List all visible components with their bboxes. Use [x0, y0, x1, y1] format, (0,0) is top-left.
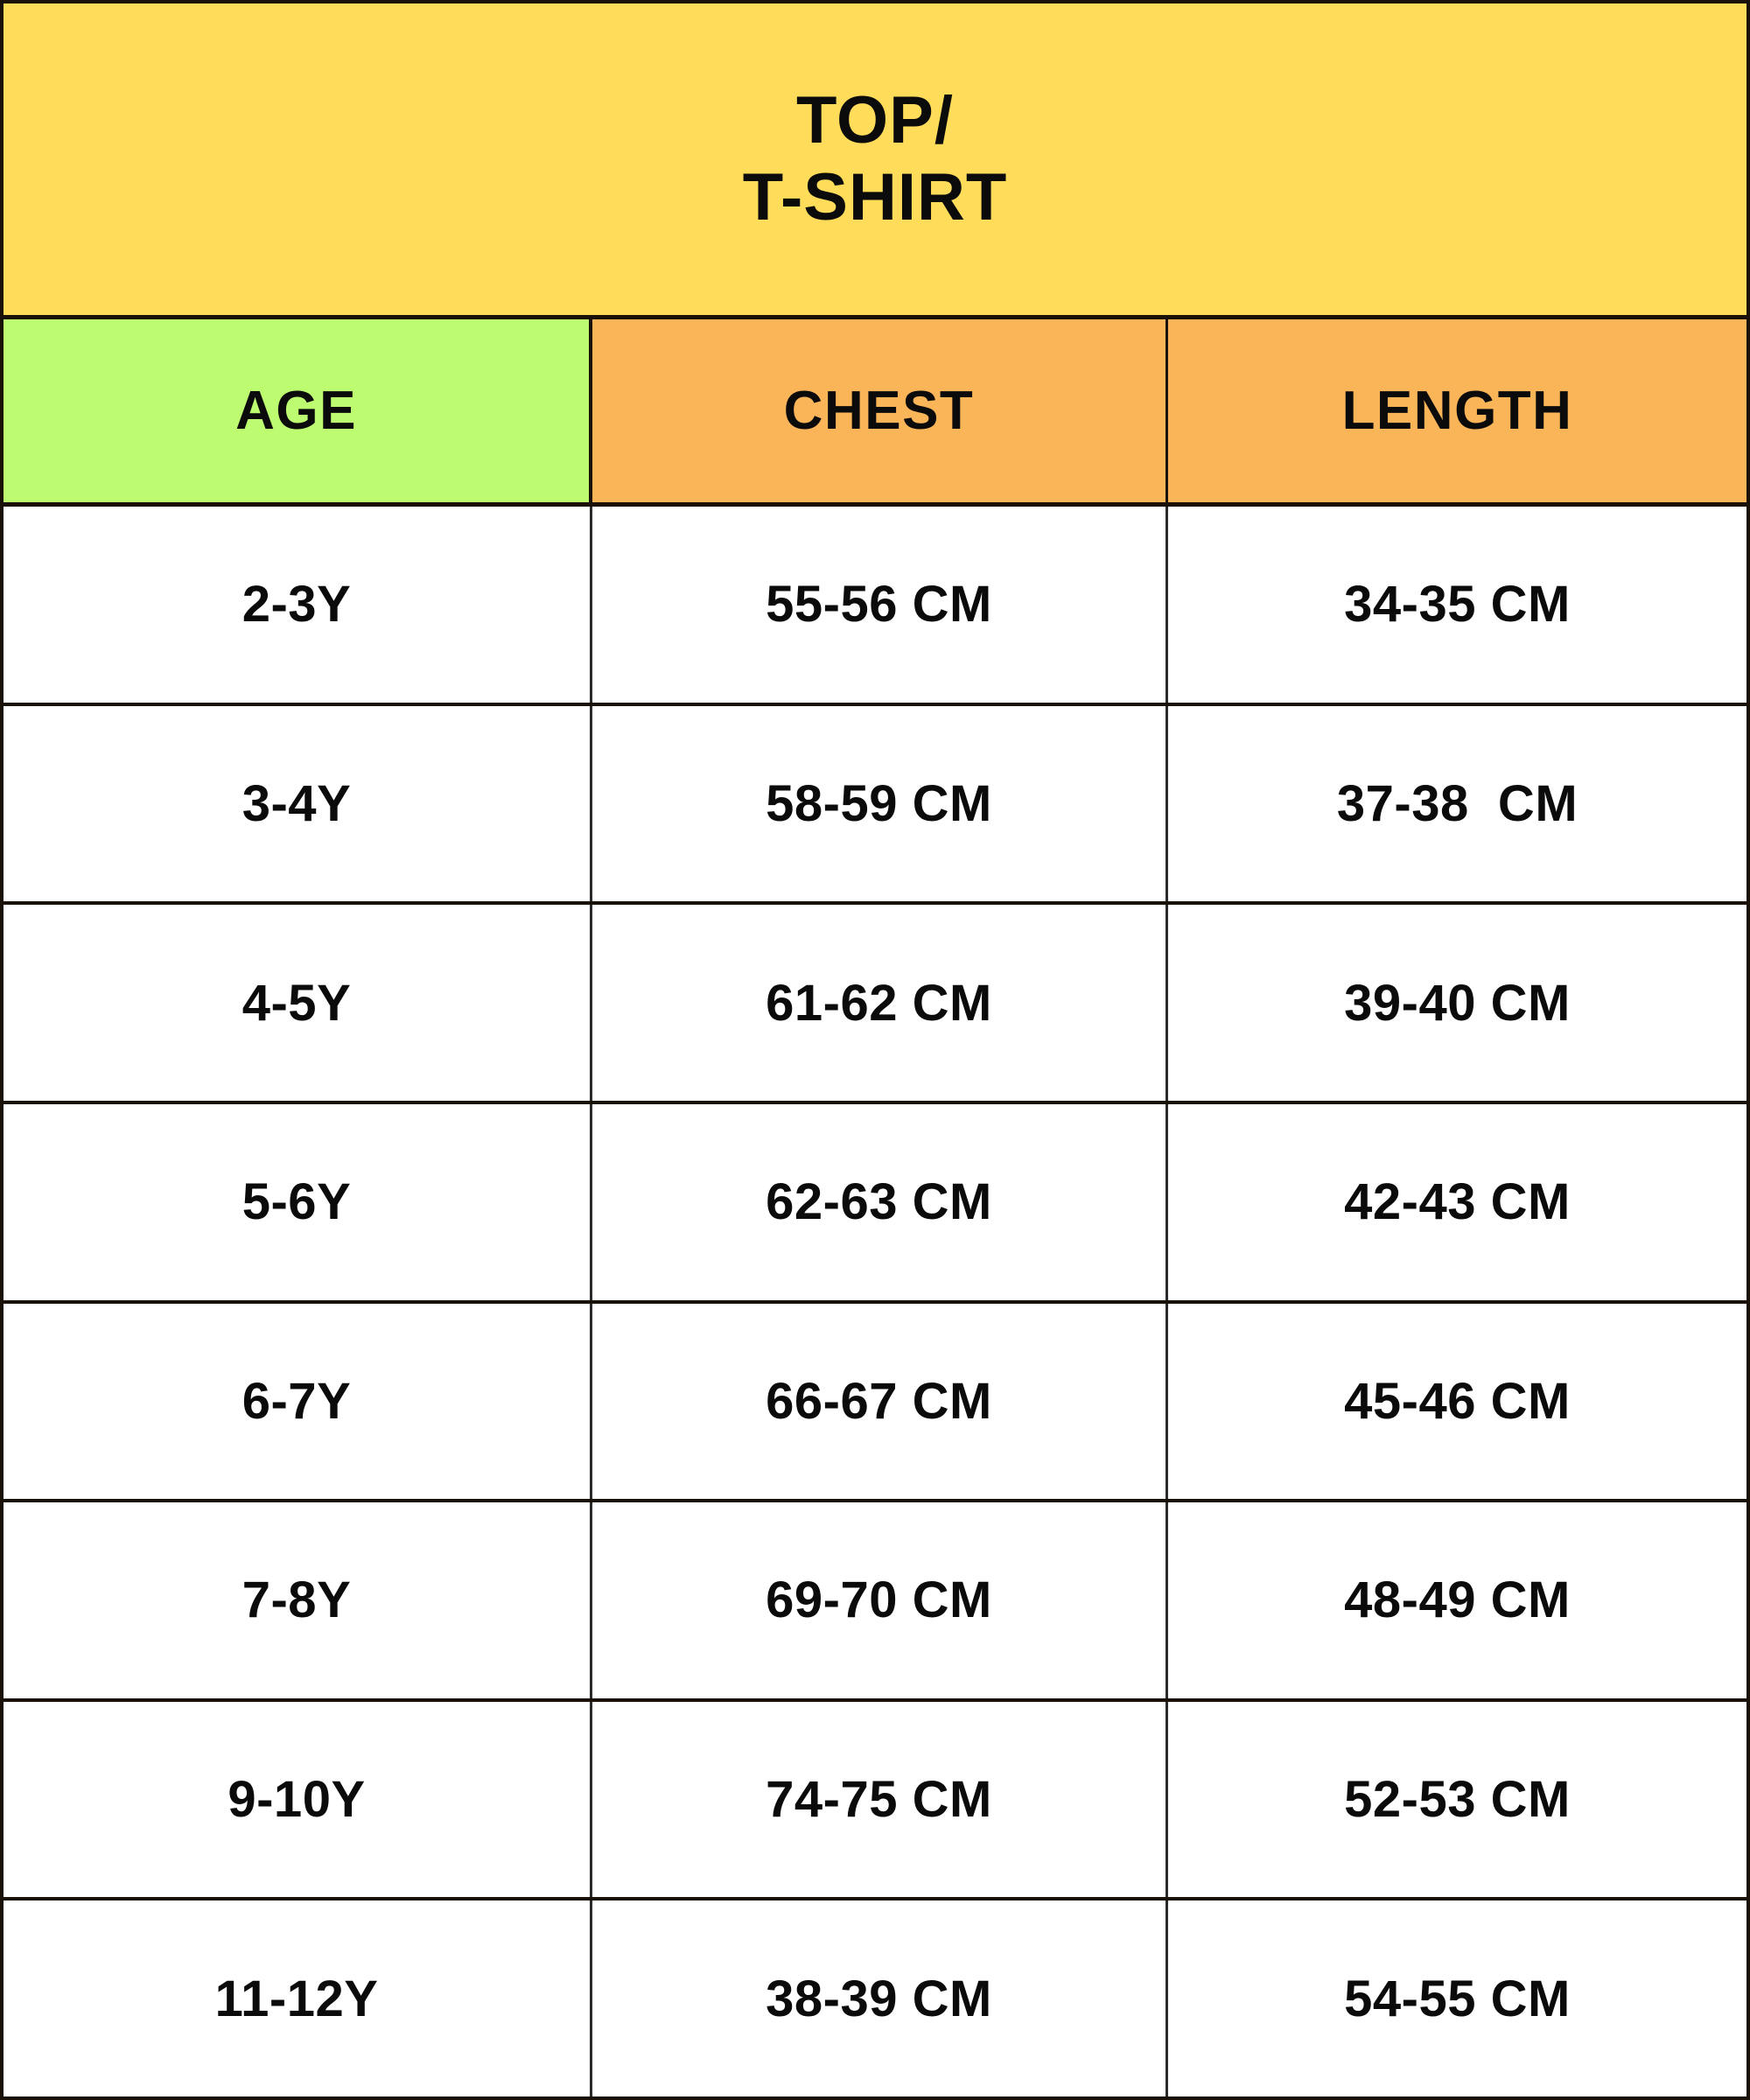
table-row: 6-7Y 66-67 CM 45-46 CM [4, 1303, 1746, 1503]
chart-title-line-2: T-SHIRT [742, 160, 1008, 234]
cell-length: 39-40 CM [1344, 974, 1571, 1032]
table-row: 7-8Y 69-70 CM 48-49 CM [4, 1502, 1746, 1702]
cell-chest: 62-63 CM [592, 1103, 1168, 1300]
cell-age: 5-6Y [4, 1103, 592, 1300]
cell-age: 9-10Y [4, 1701, 592, 1898]
column-header-age: AGE [4, 319, 592, 502]
chart-title-line-1: TOP/ [796, 82, 954, 158]
cell-length: 34-35 CM [1344, 576, 1571, 634]
cell-length: 52-53 CM [1344, 1771, 1571, 1829]
size-chart-table: TOP/ T-SHIRT AGE CHEST LENGTH 2-3Y 55-56… [0, 0, 1750, 2100]
column-header-chest: CHEST [592, 319, 1168, 502]
cell-chest: 58-59 CM [592, 705, 1168, 902]
table-header-row: AGE CHEST LENGTH [4, 319, 1746, 507]
cell-chest: 74-75 CM [592, 1701, 1168, 1898]
cell-length: 37-38 CM [1336, 774, 1578, 832]
table-row: 11-12Y 38-39 CM 54-55 CM [4, 1900, 1746, 2096]
table-row: 2-3Y 55-56 CM 34-35 CM [4, 507, 1746, 706]
cell-age: 2-3Y [4, 507, 592, 703]
cell-length: 42-43 CM [1344, 1173, 1571, 1231]
cell-chest: 55-56 CM [592, 507, 1168, 703]
table-row: 4-5Y 61-62 CM 39-40 CM [4, 905, 1746, 1104]
column-header-length: LENGTH [1168, 319, 1746, 502]
chart-title-band: TOP/ T-SHIRT [4, 4, 1746, 319]
cell-length: 54-55 CM [1344, 1970, 1571, 2027]
cell-chest: 69-70 CM [592, 1502, 1168, 1698]
cell-chest: 38-39 CM [592, 1900, 1168, 2096]
cell-age: 4-5Y [4, 905, 592, 1101]
table-body: 2-3Y 55-56 CM 34-35 CM 3-4Y 58-59 CM 37-… [4, 507, 1746, 2096]
cell-chest: 66-67 CM [592, 1303, 1168, 1500]
cell-age: 6-7Y [4, 1303, 592, 1500]
table-row: 3-4Y 58-59 CM 37-38 CM [4, 705, 1746, 906]
cell-age: 7-8Y [4, 1502, 592, 1698]
cell-length: 45-46 CM [1344, 1372, 1571, 1430]
cell-age: 3-4Y [4, 705, 592, 902]
cell-age: 11-12Y [4, 1900, 592, 2096]
cell-length: 48-49 CM [1344, 1572, 1571, 1629]
table-row: 9-10Y 74-75 CM 52-53 CM [4, 1701, 1746, 1901]
cell-chest: 61-62 CM [592, 905, 1168, 1101]
table-row: 5-6Y 62-63 CM 42-43 CM [4, 1103, 1746, 1304]
